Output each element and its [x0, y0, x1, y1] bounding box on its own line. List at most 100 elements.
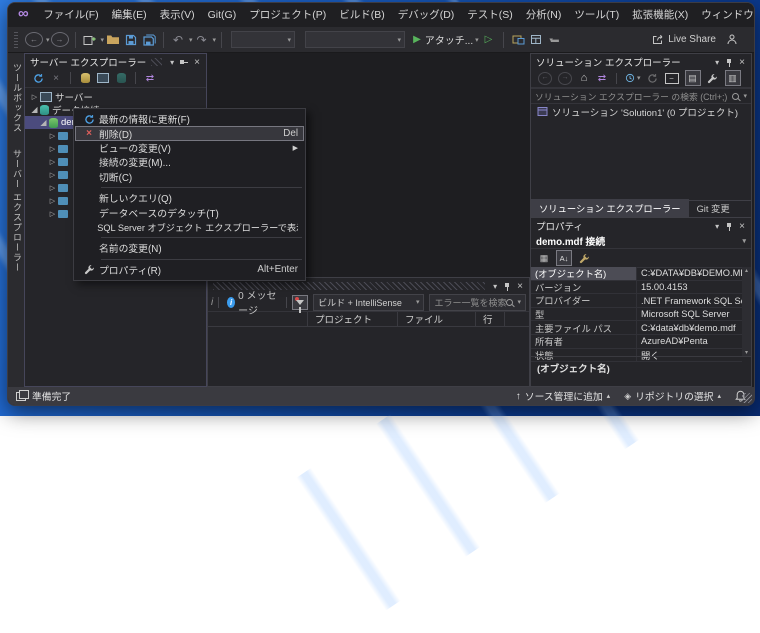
properties-pages-button[interactable]: ▥	[724, 70, 741, 86]
alphabetical-sort-icon[interactable]: A↓	[556, 250, 572, 266]
tree-item-servers[interactable]: ▷ サーバー	[25, 90, 206, 104]
menu-git[interactable]: Git(G)	[201, 3, 243, 27]
solution-explorer-toolbar-button[interactable]	[510, 30, 526, 50]
collapsed-arrow-icon[interactable]: ▷	[48, 145, 57, 153]
configuration-combobox[interactable]: ▾	[231, 31, 296, 48]
build-intellisense-combobox[interactable]: ビルド + IntelliSense ▾	[313, 293, 425, 311]
collapsed-arrow-icon[interactable]: ▷	[30, 93, 39, 101]
solution-root-item[interactable]: ソリューション 'Solution1' (0 プロジェクト)	[531, 104, 751, 119]
filter-button[interactable]	[292, 294, 309, 313]
window-position-dropdown-icon[interactable]: ▾	[712, 58, 722, 67]
auto-hide-pin-icon[interactable]	[502, 282, 512, 291]
show-all-files-button[interactable]: ▤	[684, 70, 701, 86]
menu-item-refresh[interactable]: 最新の情報に更新(F)	[75, 112, 304, 126]
property-value[interactable]: C:¥data¥db¥demo.mdf	[637, 321, 742, 334]
attach-button[interactable]: ▶ アタッチ... ▾	[413, 32, 479, 47]
property-name[interactable]: 型	[531, 307, 637, 321]
property-name[interactable]: プロバイダー	[531, 294, 637, 307]
auto-hide-pin-icon[interactable]	[179, 58, 189, 67]
menu-window[interactable]: ウィンドウ(W)	[695, 3, 754, 27]
column-separator[interactable]	[307, 312, 308, 326]
menu-view[interactable]: 表示(V)	[153, 3, 201, 27]
save-all-button[interactable]	[141, 30, 157, 50]
connect-to-database-button[interactable]	[79, 71, 91, 85]
column-separator[interactable]	[475, 312, 476, 326]
property-name[interactable]: (オブジェクト名)	[531, 267, 637, 280]
open-folder-button[interactable]	[105, 30, 121, 50]
collapsed-arrow-icon[interactable]: ▷	[48, 171, 57, 179]
column-separator[interactable]	[397, 312, 398, 326]
close-panel-icon[interactable]: ×	[736, 221, 748, 232]
auto-hide-pin-icon[interactable]	[724, 222, 734, 231]
vertical-tab-toolbox[interactable]: ツールボックス	[11, 57, 24, 139]
property-value[interactable]: .NET Framework SQL Server 用	[637, 294, 742, 307]
vertical-tab-server-explorer[interactable]: サーバー エクスプローラー	[11, 143, 24, 279]
toolbar-grip[interactable]	[14, 31, 18, 48]
menu-item-detach-database[interactable]: データベースのデタッチ(T)	[75, 205, 304, 220]
auto-hide-pin-icon[interactable]	[724, 58, 734, 67]
start-without-debugging-button[interactable]: ▷	[485, 34, 493, 45]
expanded-arrow-icon[interactable]: ◢	[30, 105, 39, 114]
properties-window-toolbar-button[interactable]	[528, 30, 544, 50]
wrench-icon-button[interactable]	[707, 71, 719, 85]
column-header-file[interactable]: ファイル	[405, 312, 443, 326]
column-header-line[interactable]: 行	[483, 312, 493, 326]
property-name[interactable]: 所有者	[531, 334, 637, 348]
properties-scrollbar[interactable]: ▴ ▾	[742, 267, 751, 356]
redo-button[interactable]: ↷	[194, 30, 210, 50]
select-repository-button[interactable]: ◈ リポジトリの選択 ▴	[624, 389, 721, 404]
menu-debug[interactable]: デバッグ(D)	[391, 3, 461, 27]
add-to-source-control-button[interactable]: ↑ ソース管理に追加 ▴	[516, 389, 610, 404]
solution-explorer-search-box[interactable]: ソリューション エクスプローラー の検索 (Ctrl+;) ▾	[531, 88, 751, 104]
property-name[interactable]: 主要ファイル パス	[531, 321, 637, 334]
collapse-all-icon[interactable]: −	[664, 72, 679, 84]
column-separator[interactable]	[504, 312, 505, 326]
scroll-down-icon[interactable]: ▾	[745, 349, 748, 356]
feedback-icon[interactable]	[726, 34, 738, 45]
back-button[interactable]: ←	[538, 71, 552, 85]
menu-item-browse-in-sql-server-object-explorer[interactable]: SQL Server オブジェクト エクスプローラーで表示(B)	[75, 220, 304, 234]
menu-item-new-query[interactable]: 新しいクエリ(Q)	[75, 191, 304, 205]
close-panel-icon[interactable]: ×	[514, 281, 526, 292]
window-position-dropdown-icon[interactable]: ▾	[712, 222, 722, 231]
column-header-project[interactable]: プロジェクト	[315, 312, 372, 326]
menu-analyze[interactable]: 分析(N)	[519, 3, 568, 27]
live-share-button[interactable]: Live Share	[652, 34, 716, 45]
stop-refresh-icon[interactable]: ×	[50, 71, 62, 85]
new-project-dropdown-icon[interactable]: ▾	[101, 36, 105, 44]
menu-item-rename[interactable]: 名前の変更(N)	[75, 241, 304, 255]
menu-project[interactable]: プロジェクト(P)	[243, 3, 333, 27]
menu-file[interactable]: ファイル(F)	[37, 3, 105, 27]
property-value[interactable]: 15.00.4153	[637, 281, 742, 294]
menu-build[interactable]: ビルド(B)	[333, 3, 392, 27]
platform-combobox[interactable]: ▾	[305, 31, 406, 48]
save-button[interactable]	[123, 30, 139, 50]
navigate-forward-button[interactable]: →	[50, 32, 69, 47]
expanded-arrow-icon[interactable]: ◢	[39, 118, 48, 127]
property-value[interactable]: C:¥DATA¥DB¥DEMO.MDF	[637, 267, 742, 280]
menu-test[interactable]: テスト(S)	[461, 3, 520, 27]
menu-edit[interactable]: 編集(E)	[105, 3, 153, 27]
menu-tools[interactable]: ツール(T)	[568, 3, 626, 27]
categorized-view-icon[interactable]: ▦	[538, 251, 550, 265]
property-value[interactable]: AzureAD¥Penta	[637, 335, 742, 348]
properties-title-bar[interactable]: プロパティ ▾ ×	[531, 218, 751, 234]
solution-explorer-title-bar[interactable]: ソリューション エクスプローラー ▾ ×	[531, 54, 751, 70]
collapsed-arrow-icon[interactable]: ▷	[48, 197, 57, 205]
property-value[interactable]: Microsoft SQL Server	[637, 308, 742, 321]
resize-grip[interactable]	[742, 393, 752, 403]
redo-dropdown-icon[interactable]: ▾	[213, 36, 217, 44]
property-name[interactable]: バージョン	[531, 280, 637, 294]
properties-object-selector[interactable]: demo.mdf 接続 ▾	[531, 233, 751, 249]
sharepoint-connection-icon[interactable]: ⇄	[144, 71, 156, 85]
visual-studio-logo-icon[interactable]: ∞	[8, 4, 37, 26]
tab-git-changes[interactable]: Git 変更	[689, 199, 738, 218]
navigate-back-button[interactable]: ←	[25, 32, 43, 47]
collapsed-arrow-icon[interactable]: ▷	[48, 132, 57, 140]
menu-extensions[interactable]: 拡張機能(X)	[626, 3, 695, 27]
window-position-dropdown-icon[interactable]: ▾	[167, 58, 177, 67]
collapsed-arrow-icon[interactable]: ▷	[48, 158, 57, 166]
menu-item-change-view[interactable]: ビューの変更(V) ▶	[75, 141, 304, 155]
pending-changes-filter-button[interactable]: ▾	[625, 71, 641, 85]
navigate-back-dropdown-icon[interactable]: ▾	[46, 36, 50, 44]
